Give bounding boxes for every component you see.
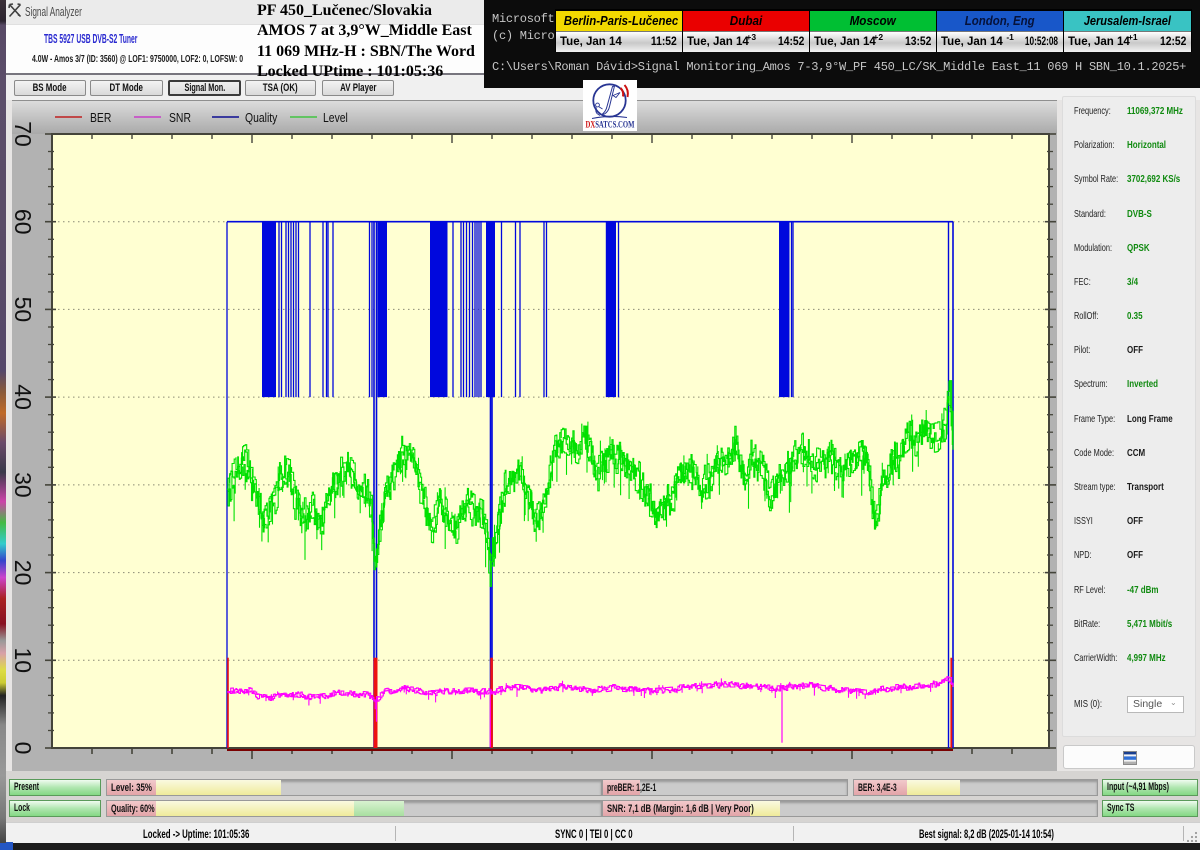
svg-text:60: 60 bbox=[12, 209, 36, 235]
svg-text:70: 70 bbox=[12, 121, 36, 147]
svg-text:30: 30 bbox=[12, 472, 36, 498]
svg-text:20: 20 bbox=[12, 560, 36, 586]
svg-text:40: 40 bbox=[12, 384, 36, 410]
svg-text:0: 0 bbox=[12, 742, 36, 755]
svg-text:10: 10 bbox=[12, 648, 36, 674]
svg-text:DXSATCS.COM: DXSATCS.COM bbox=[586, 120, 635, 130]
svg-text:50: 50 bbox=[12, 297, 36, 323]
